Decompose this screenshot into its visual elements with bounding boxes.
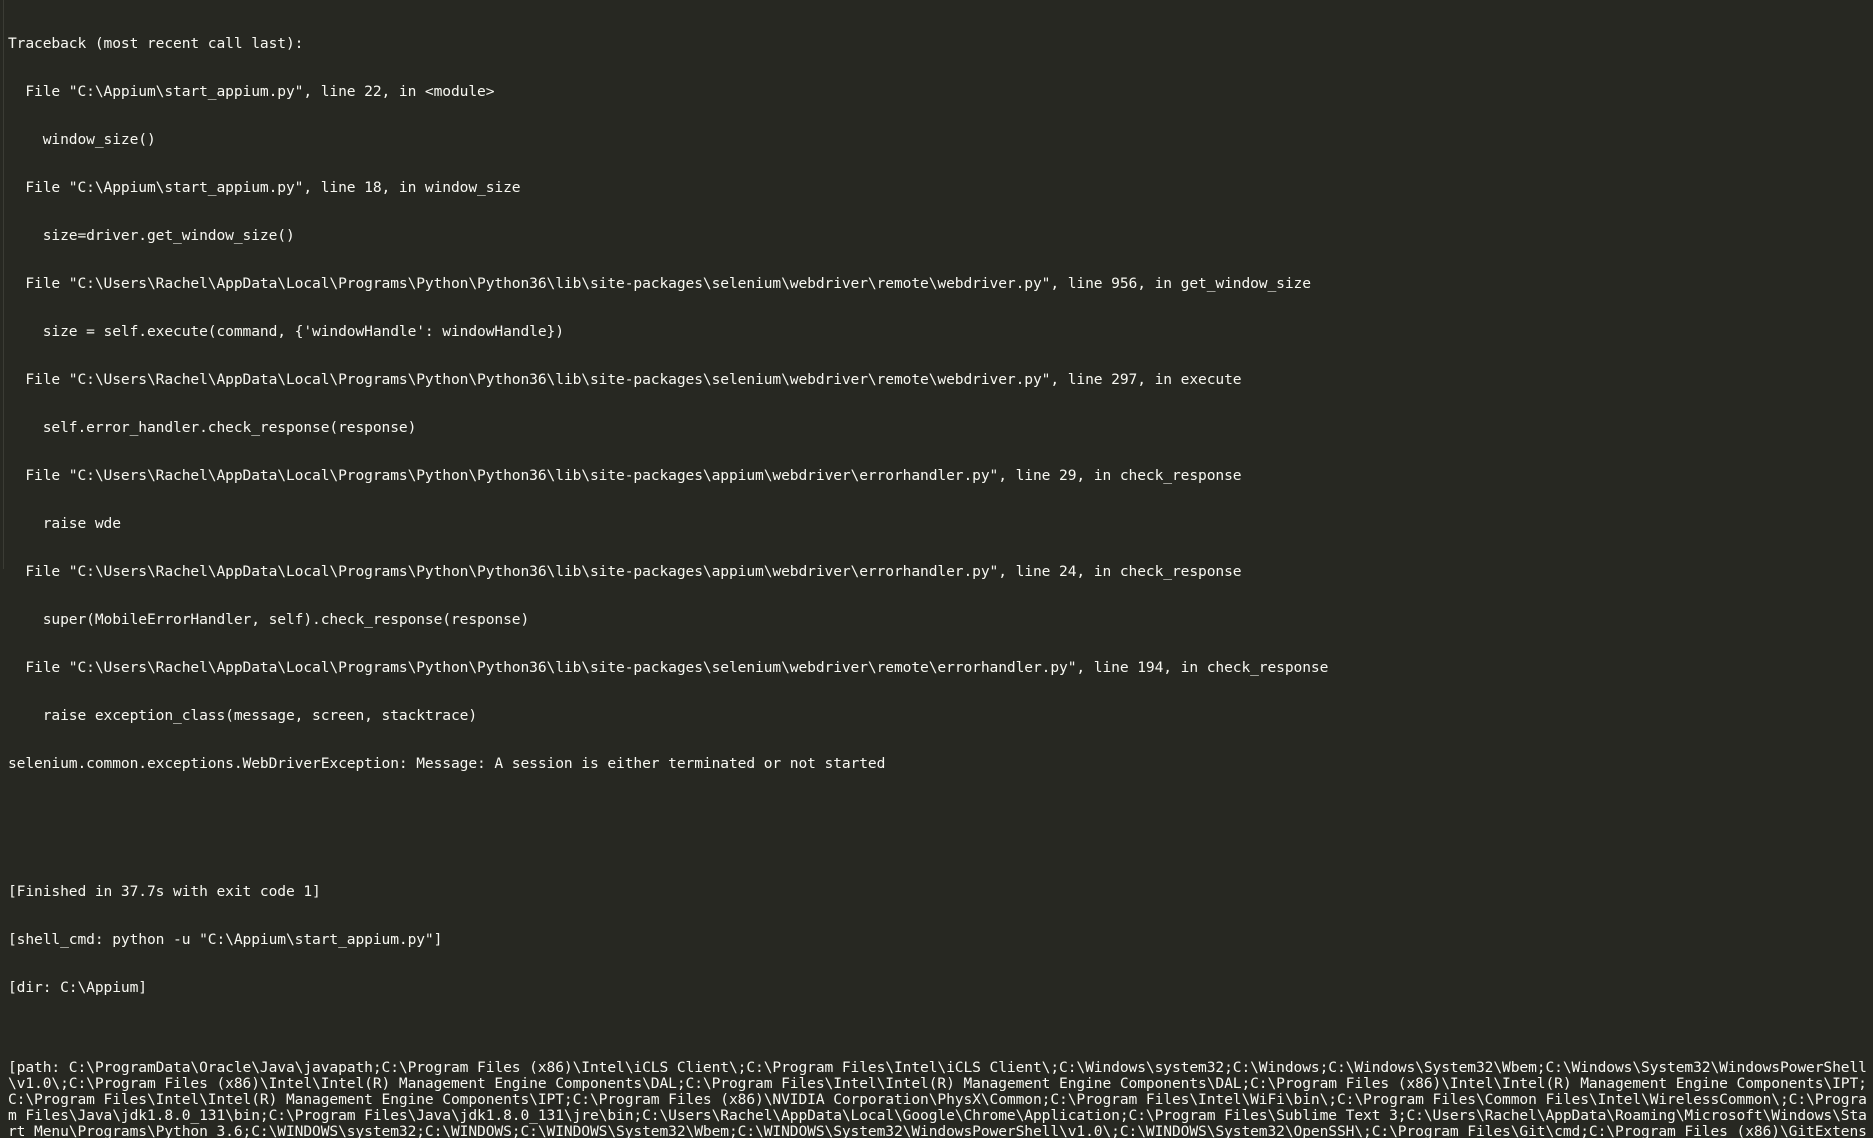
traceback-frame: size = self.execute(command, {'windowHan…: [8, 323, 564, 340]
build-result-section: [Finished in 37.7s with exit code 1] [sh…: [0, 804, 1873, 1028]
traceback-frame: File "C:\Users\Rachel\AppData\Local\Prog…: [8, 467, 1242, 484]
traceback-frame: File "C:\Appium\start_appium.py", line 1…: [8, 179, 521, 196]
traceback-frame: File "C:\Users\Rachel\AppData\Local\Prog…: [8, 371, 1242, 388]
traceback-frame: raise wde: [8, 515, 121, 532]
traceback-frame: File "C:\Users\Rachel\AppData\Local\Prog…: [8, 563, 1242, 580]
shell-cmd-line: [shell_cmd: python -u "C:\Appium\start_a…: [8, 931, 443, 948]
traceback-frame: self.error_handler.check_response(respon…: [8, 419, 417, 436]
traceback-frame: window_size(): [8, 131, 156, 148]
traceback-frame: File "C:\Appium\start_appium.py", line 2…: [8, 83, 495, 100]
exception-message: selenium.common.exceptions.WebDriverExce…: [8, 755, 886, 772]
path-env-line: [path: C:\ProgramData\Oracle\Java\javapa…: [8, 1059, 1867, 1138]
path-section: [path: C:\ProgramData\Oracle\Java\javapa…: [0, 1028, 1873, 1138]
traceback-frame: raise exception_class(message, screen, s…: [8, 707, 478, 724]
finished-status: [Finished in 37.7s with exit code 1]: [8, 883, 321, 900]
build-output-console[interactable]: Traceback (most recent call last): File …: [0, 0, 1873, 1138]
traceback-frame: File "C:\Users\Rachel\AppData\Local\Prog…: [8, 659, 1329, 676]
traceback-header: Traceback (most recent call last):: [8, 35, 304, 52]
traceback-section: Traceback (most recent call last): File …: [0, 4, 1873, 804]
traceback-frame: size=driver.get_window_size(): [8, 227, 295, 244]
traceback-frame: super(MobileErrorHandler, self).check_re…: [8, 611, 530, 628]
working-dir-line: [dir: C:\Appium]: [8, 979, 147, 996]
traceback-frame: File "C:\Users\Rachel\AppData\Local\Prog…: [8, 275, 1311, 292]
